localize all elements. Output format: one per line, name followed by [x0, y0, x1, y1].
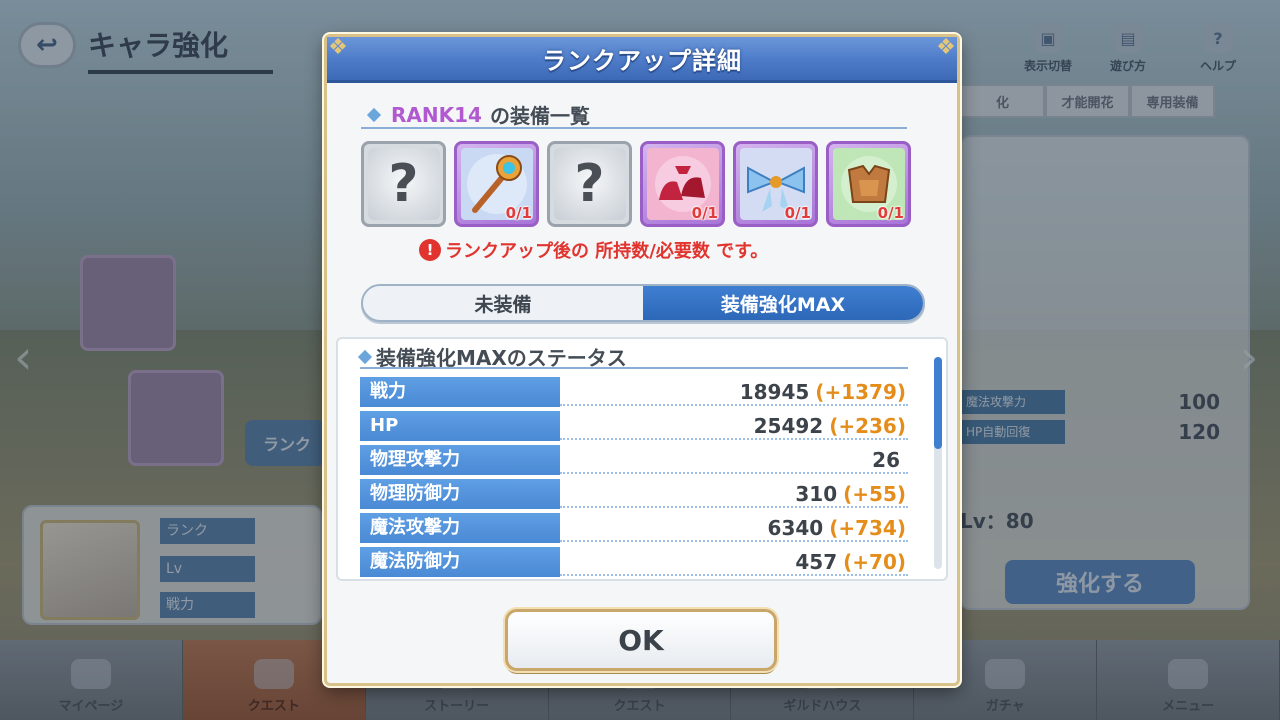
diamond-bullet-icon: [357, 349, 373, 364]
status-panel[interactable]: 装備強化MAXのステータス 戦力 18945 (+1379) HP 25492 (+…: [336, 337, 948, 581]
stat-number: 25492: [753, 414, 824, 438]
section-divider: [360, 367, 908, 369]
stat-number: 310: [795, 482, 838, 506]
rank-up-note-text: ランクアップ後の 所持数/必要数 です。: [445, 241, 769, 262]
equipment-slot-armor[interactable]: 0/1: [826, 141, 911, 227]
stat-bonus: (+1379): [815, 380, 906, 404]
stat-label: 魔法攻撃力: [360, 513, 560, 543]
rank-up-detail-dialog: ❖ ランクアップ詳細 ❖ RANK14 の装備一覧 ? 0/1 ? 0/1 0/…: [324, 34, 960, 686]
equipment-slot-ribbon[interactable]: 0/1: [733, 141, 818, 227]
stat-value: 26: [560, 448, 908, 472]
stat-dotted-line: [560, 438, 908, 440]
stat-label: 戦力: [360, 377, 560, 407]
toggle-unequipped[interactable]: 未装備: [363, 286, 643, 320]
rank-label: RANK14: [391, 102, 482, 127]
equipment-slot-shoes[interactable]: 0/1: [640, 141, 725, 227]
equipment-count: 0/1: [877, 204, 904, 222]
scrollbar-thumb[interactable]: [934, 357, 942, 449]
equipment-count: 0/1: [784, 204, 811, 222]
stat-dotted-line: [560, 574, 908, 576]
equipment-slots: ? 0/1 ? 0/1 0/1 0/1: [361, 141, 911, 227]
stat-bonus: (+55): [843, 482, 906, 506]
equipment-slot-unknown[interactable]: ?: [361, 141, 446, 227]
stat-row-magic-attack: 魔法攻撃力 6340 (+734): [360, 513, 908, 543]
section-divider: [361, 127, 907, 129]
stat-dotted-line: [560, 404, 908, 406]
stat-dotted-line: [560, 540, 908, 542]
stat-value: 310 (+55): [560, 482, 908, 506]
stat-row-hp: HP 25492 (+236): [360, 411, 908, 441]
equipment-count: 0/1: [691, 204, 718, 222]
dialog-title: ランクアップ詳細: [542, 47, 742, 75]
equipment-slot-staff[interactable]: 0/1: [454, 141, 539, 227]
stat-number: 457: [795, 550, 838, 574]
status-scrollbar[interactable]: [934, 357, 942, 569]
stat-label: HP: [360, 411, 560, 441]
stat-label: 物理防御力: [360, 479, 560, 509]
equipment-count: 0/1: [505, 204, 532, 222]
stat-number: 6340: [767, 516, 824, 540]
equipment-list-label: の装備一覧: [489, 104, 590, 128]
stat-row-magic-defense: 魔法防御力 457 (+70): [360, 547, 908, 577]
stat-label: 魔法防御力: [360, 547, 560, 577]
stat-row-physical-defense: 物理防御力 310 (+55): [360, 479, 908, 509]
equipment-mode-toggle: 未装備 装備強化MAX: [361, 284, 925, 322]
stat-row-power: 戦力 18945 (+1379): [360, 377, 908, 407]
stat-bonus: (+236): [829, 414, 906, 438]
equipment-slot-unknown[interactable]: ?: [547, 141, 632, 227]
stat-dotted-line: [560, 506, 908, 508]
stat-bonus: (+70): [843, 550, 906, 574]
corner-ornament-icon: ❖: [936, 35, 956, 60]
stat-number: 26: [872, 448, 900, 472]
corner-ornament-icon: ❖: [328, 35, 348, 60]
warning-icon: !: [419, 239, 441, 261]
rank-up-note: ! ランクアップ後の 所持数/必要数 です。: [419, 237, 768, 263]
stat-number: 18945: [739, 380, 810, 404]
question-mark-icon: ?: [367, 148, 440, 220]
stat-bonus: (+734): [829, 516, 906, 540]
ok-button[interactable]: OK: [505, 609, 777, 671]
toggle-equip-max[interactable]: 装備強化MAX: [643, 286, 923, 320]
dialog-header: ❖ ランクアップ詳細 ❖: [327, 35, 957, 83]
stat-value: 457 (+70): [560, 550, 908, 574]
question-mark-icon: ?: [553, 148, 626, 220]
stat-label: 物理攻撃力: [360, 445, 560, 475]
stat-row-physical-attack: 物理攻撃力 26: [360, 445, 908, 475]
stat-value: 6340 (+734): [560, 516, 908, 540]
diamond-bullet-icon: [366, 107, 382, 122]
stat-dotted-line: [560, 472, 908, 474]
equipment-section-title: RANK14 の装備一覧: [366, 100, 590, 129]
stat-value: 25492 (+236): [560, 414, 908, 438]
stat-value: 18945 (+1379): [560, 380, 908, 404]
